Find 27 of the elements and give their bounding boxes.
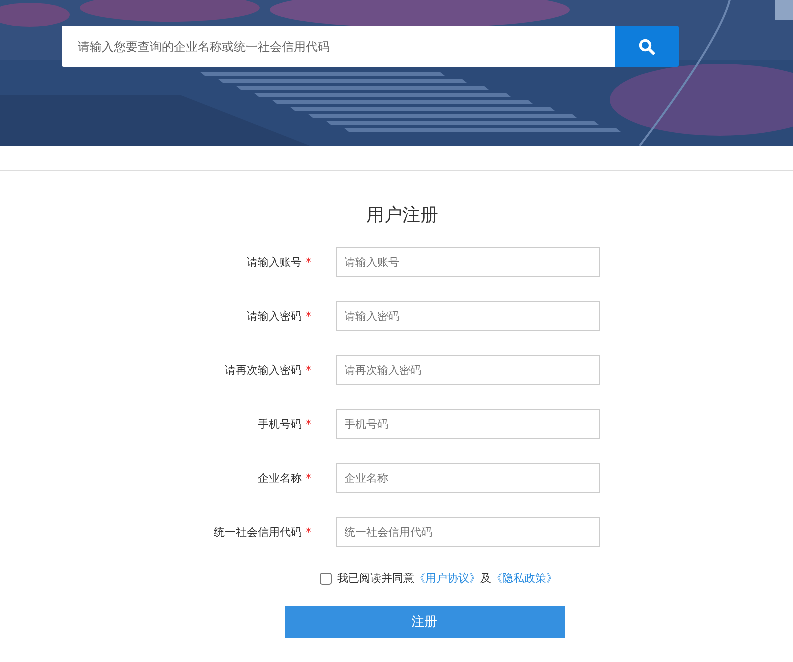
input-field[interactable]: 手机号码: [336, 409, 600, 439]
input-field[interactable]: 请输入密码: [336, 301, 600, 331]
field-label: 请输入账号: [247, 254, 302, 270]
search-button[interactable]: [615, 26, 679, 67]
field-label: 请再次输入密码: [225, 362, 302, 378]
input-field[interactable]: 请再次输入密码: [336, 355, 600, 385]
search-icon: [639, 38, 655, 54]
field-label: 请输入密码: [247, 308, 302, 324]
required-mark: *: [306, 526, 312, 538]
agreement-checkbox[interactable]: [320, 572, 332, 584]
required-mark: *: [306, 472, 312, 484]
input-field[interactable]: 统一社会信用代码: [336, 517, 600, 547]
agreement-text: 我已阅读并同意《用户协议》及《隐私政策》: [338, 571, 558, 586]
required-mark: *: [306, 418, 312, 430]
search-field[interactable]: 请输入您要查询的企业名称或统一社会信用代码: [62, 26, 615, 67]
required-mark: *: [306, 364, 312, 376]
form-title: 用户注册: [366, 204, 438, 227]
register-button[interactable]: 注册: [284, 606, 564, 638]
field-label: 企业名称: [258, 470, 302, 486]
user-agreement-link[interactable]: 《用户协议》: [414, 572, 480, 585]
required-mark: *: [306, 256, 312, 268]
field-label: 统一社会信用代码: [214, 524, 302, 540]
input-field[interactable]: 企业名称: [336, 463, 600, 493]
privacy-policy-link[interactable]: 《隐私政策》: [492, 572, 558, 585]
input-field[interactable]: 请输入账号: [336, 247, 600, 277]
field-label: 手机号码: [258, 416, 302, 432]
required-mark: *: [306, 310, 312, 322]
